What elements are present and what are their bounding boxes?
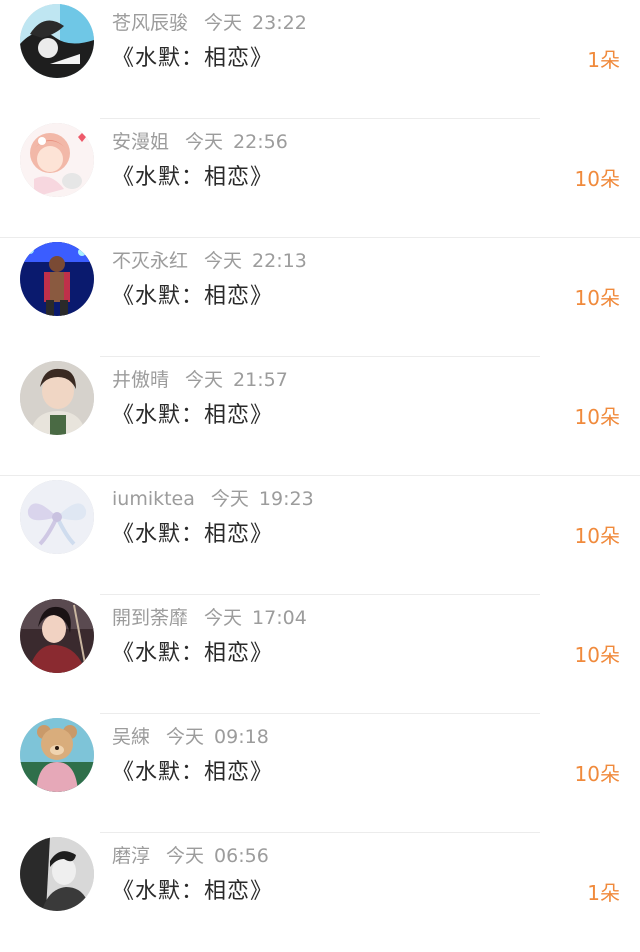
sender-name[interactable]: 苍风辰骏 — [112, 12, 188, 34]
flower-count: 1朵 — [587, 48, 620, 72]
entry-time: 17:04 — [252, 607, 307, 629]
sender-name[interactable]: 開到荼靡 — [112, 607, 188, 629]
work-title[interactable]: 《水默：相恋》 — [112, 278, 273, 310]
work-title[interactable]: 《水默：相恋》 — [112, 159, 273, 191]
list-item[interactable]: 井傲晴 今天 21:57 《水默：相恋》 10朵 — [0, 357, 640, 476]
entry-meta: 苍风辰骏 今天 23:22 — [112, 8, 307, 38]
avatar[interactable] — [20, 718, 94, 792]
entry-time: 22:13 — [252, 250, 307, 272]
flower-count: 10朵 — [574, 762, 620, 786]
work-title[interactable]: 《水默：相恋》 — [112, 516, 273, 548]
avatar[interactable] — [20, 837, 94, 911]
stage-performer-avatar-icon — [20, 242, 94, 316]
list-item[interactable]: 吴綀 今天 09:18 《水默：相恋》 10朵 — [0, 714, 640, 833]
list-item[interactable]: 磨淳 今天 06:56 《水默：相恋》 1朵 — [0, 833, 640, 952]
avatar[interactable] — [20, 361, 94, 435]
sender-name[interactable]: 磨淳 — [112, 845, 150, 867]
sender-name[interactable]: 不灭永红 — [112, 250, 188, 272]
flower-count: 10朵 — [574, 167, 620, 191]
avatar[interactable] — [20, 242, 94, 316]
flower-count: 10朵 — [574, 286, 620, 310]
entry-meta: 開到荼靡 今天 17:04 — [112, 603, 307, 633]
entry-meta: iumiktea 今天 19:23 — [112, 484, 314, 514]
entry-day: 今天 — [204, 607, 243, 629]
sender-name[interactable]: 井傲晴 — [112, 369, 169, 391]
flower-count: 10朵 — [574, 643, 620, 667]
list-item[interactable]: 苍风辰骏 今天 23:22 《水默：相恋》 1朵 — [0, 0, 640, 119]
gift-record-list: 苍风辰骏 今天 23:22 《水默：相恋》 1朵 安漫姐 今天 22:56 《水默：相恋… — [0, 0, 640, 929]
avatar[interactable] — [20, 480, 94, 554]
entry-day: 今天 — [210, 488, 249, 510]
young-man-avatar-icon — [20, 361, 94, 435]
flower-count: 10朵 — [574, 524, 620, 548]
entry-time: 06:56 — [214, 845, 269, 867]
list-item[interactable]: iumiktea 今天 19:23 《水默：相恋》 10朵 — [0, 476, 640, 595]
entry-meta: 井傲晴 今天 21:57 — [112, 365, 288, 395]
list-item[interactable]: 安漫姐 今天 22:56 《水默：相恋》 10朵 — [0, 119, 640, 238]
entry-meta: 吴綀 今天 09:18 — [112, 722, 269, 752]
sender-name[interactable]: 吴綀 — [112, 726, 150, 748]
avatar[interactable] — [20, 4, 94, 78]
flower-count: 1朵 — [587, 881, 620, 905]
teddy-bear-avatar-icon — [20, 718, 94, 792]
sender-name[interactable]: 安漫姐 — [112, 131, 169, 153]
entry-day: 今天 — [204, 12, 243, 34]
anime-girl-avatar-icon — [20, 123, 94, 197]
entry-time: 22:56 — [233, 131, 288, 153]
sender-name[interactable]: iumiktea — [112, 488, 195, 510]
entry-day: 今天 — [204, 250, 243, 272]
work-title[interactable]: 《水默：相恋》 — [112, 754, 273, 786]
entry-meta: 磨淳 今天 06:56 — [112, 841, 269, 871]
bow-avatar-icon — [20, 480, 94, 554]
costume-woman-avatar-icon — [20, 599, 94, 673]
entry-meta: 不灭永红 今天 22:13 — [112, 246, 307, 276]
avatar[interactable] — [20, 599, 94, 673]
work-title[interactable]: 《水默：相恋》 — [112, 873, 273, 905]
entry-day: 今天 — [185, 369, 224, 391]
entry-time: 23:22 — [252, 12, 307, 34]
entry-time: 09:18 — [214, 726, 269, 748]
anime-sky-avatar-icon — [20, 4, 94, 78]
couple-bw-avatar-icon — [20, 837, 94, 911]
entry-day: 今天 — [166, 726, 205, 748]
list-item[interactable]: 不灭永红 今天 22:13 《水默：相恋》 10朵 — [0, 238, 640, 357]
flower-count: 10朵 — [574, 405, 620, 429]
entry-time: 21:57 — [233, 369, 288, 391]
entry-day: 今天 — [185, 131, 224, 153]
entry-meta: 安漫姐 今天 22:56 — [112, 127, 288, 157]
entry-time: 19:23 — [258, 488, 314, 510]
avatar[interactable] — [20, 123, 94, 197]
work-title[interactable]: 《水默：相恋》 — [112, 397, 273, 429]
list-item[interactable]: 開到荼靡 今天 17:04 《水默：相恋》 10朵 — [0, 595, 640, 714]
work-title[interactable]: 《水默：相恋》 — [112, 40, 273, 72]
entry-day: 今天 — [166, 845, 205, 867]
work-title[interactable]: 《水默：相恋》 — [112, 635, 273, 667]
